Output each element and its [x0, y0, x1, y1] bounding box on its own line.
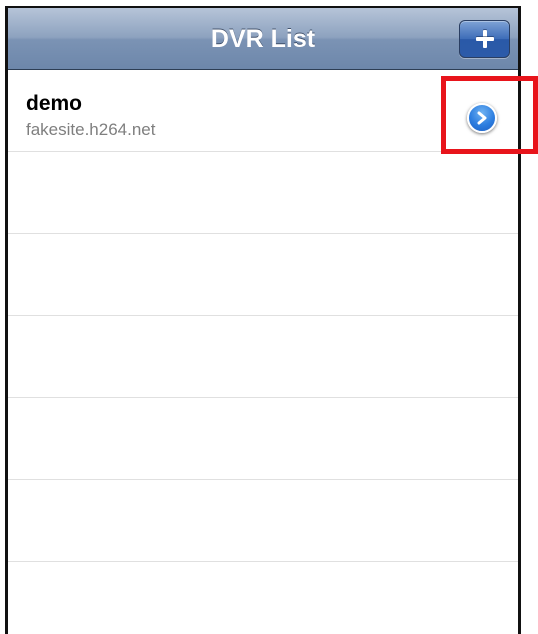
- phone-screen: DVR List demo fakesite.h264.net: [5, 6, 521, 634]
- list-item-demo[interactable]: demo fakesite.h264.net: [8, 70, 518, 152]
- chevron-right-icon: [477, 111, 487, 125]
- page-title: DVR List: [210, 25, 316, 53]
- add-dvr-button[interactable]: [459, 20, 510, 58]
- plus-icon: [475, 30, 494, 48]
- detail-disclosure-button[interactable]: [467, 103, 497, 133]
- empty-row: [8, 316, 518, 398]
- list-item-subtitle: fakesite.h264.net: [26, 120, 156, 139]
- empty-row: [8, 152, 518, 234]
- empty-row: [8, 562, 518, 634]
- dvr-list: demo fakesite.h264.net: [8, 70, 518, 634]
- empty-row: [8, 480, 518, 562]
- list-item-title: demo: [26, 92, 83, 115]
- navigation-bar: DVR List: [8, 8, 518, 70]
- empty-row: [8, 234, 518, 316]
- empty-row: [8, 398, 518, 480]
